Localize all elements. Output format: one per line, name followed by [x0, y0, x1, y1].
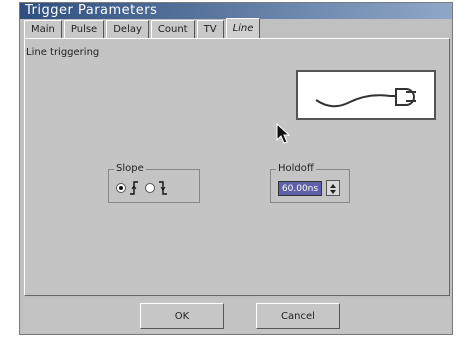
power-plug-icon [315, 88, 416, 108]
tab-tv[interactable]: TV [196, 20, 224, 38]
rising-edge-icon [130, 181, 138, 195]
panel-description: Line triggering [26, 47, 100, 58]
holdoff-label: Holdoff [276, 163, 316, 174]
holdoff-spinner[interactable] [326, 180, 340, 196]
tab-pulse[interactable]: Pulse [63, 20, 105, 38]
window-title: Trigger Parameters [25, 3, 158, 18]
slope-falling-radio[interactable] [145, 183, 155, 193]
slope-options [116, 181, 174, 195]
slope-rising-radio[interactable] [116, 183, 126, 193]
power-plug-illustration [296, 70, 436, 120]
tab-bar: Main Pulse Delay Count TV Line [24, 18, 262, 38]
tab-main[interactable]: Main [24, 20, 62, 38]
title-bar: Trigger Parameters [20, 3, 452, 19]
falling-edge-icon [159, 181, 167, 195]
mouse-pointer-icon [276, 123, 290, 144]
button-bar: OK Cancel [24, 299, 450, 333]
slope-label: Slope [114, 163, 146, 174]
ok-button[interactable]: OK [140, 303, 224, 329]
spin-arrows-icon [330, 184, 336, 194]
tab-line[interactable]: Line [225, 18, 261, 38]
cancel-button[interactable]: Cancel [256, 303, 340, 329]
tab-count[interactable]: Count [150, 20, 195, 38]
trigger-parameters-dialog: Trigger Parameters Main Pulse Delay Coun… [19, 2, 453, 335]
tab-delay[interactable]: Delay [106, 20, 149, 38]
holdoff-field[interactable]: 60.00ns [278, 181, 322, 196]
